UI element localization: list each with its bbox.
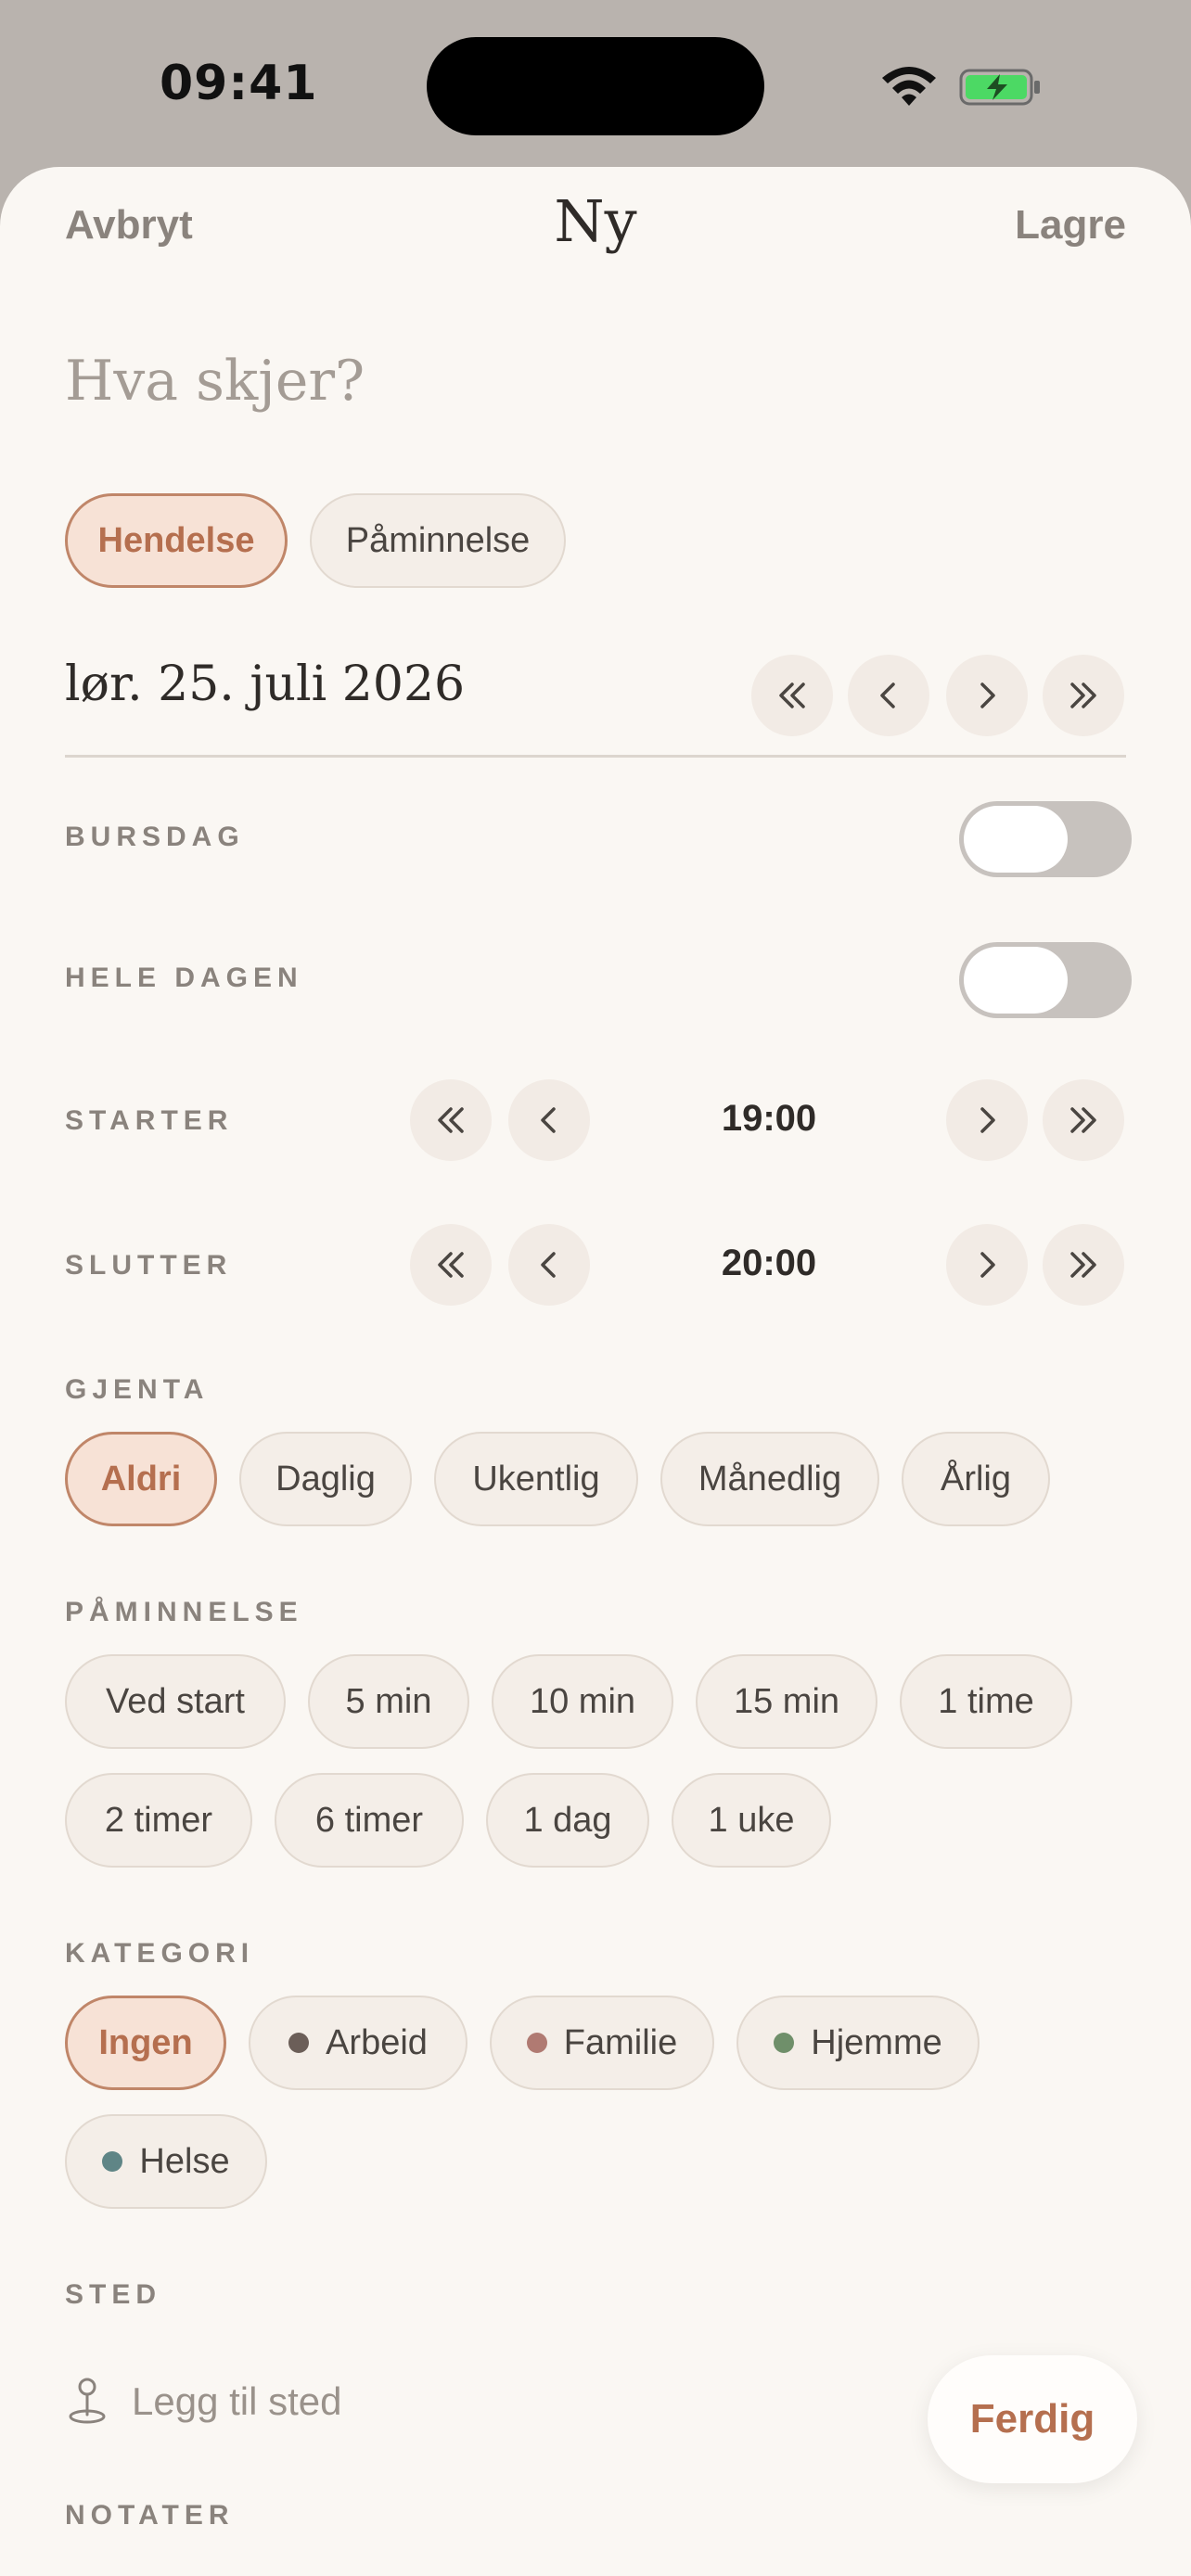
category-color-dot xyxy=(288,2033,310,2053)
status-bar: 09:41 xyxy=(0,0,1191,167)
add-location-row[interactable]: Legg til sted xyxy=(65,2374,342,2429)
category-chip-label: Arbeid xyxy=(326,2022,428,2062)
category-chip-health[interactable]: Helse xyxy=(65,2114,267,2209)
reminder-chip[interactable]: 1 dag xyxy=(486,1773,649,1868)
type-chip-reminder[interactable]: Påminnelse xyxy=(310,493,566,588)
toggle-knob xyxy=(964,947,1068,1014)
category-chip-home[interactable]: Hjemme xyxy=(736,1996,980,2090)
repeat-label: GJENTA xyxy=(65,1374,210,1405)
date-forward-week-button[interactable] xyxy=(1043,655,1124,736)
start-back-button[interactable] xyxy=(508,1079,590,1161)
chevron-left-icon xyxy=(880,682,895,708)
start-forward-button[interactable] xyxy=(946,1079,1028,1161)
chevron-right-icon xyxy=(980,682,995,708)
double-chevron-left-icon xyxy=(438,1107,464,1133)
double-chevron-left-icon xyxy=(438,1252,464,1278)
category-chip-none[interactable]: Ingen xyxy=(65,1996,226,2090)
battery-charging-icon xyxy=(959,69,1040,106)
end-forward-button[interactable] xyxy=(946,1224,1028,1306)
done-button[interactable]: Ferdig xyxy=(928,2355,1137,2483)
save-button[interactable]: Lagre xyxy=(1015,202,1126,249)
date-divider xyxy=(65,755,1126,758)
location-pin-icon xyxy=(69,2378,106,2424)
event-title-input[interactable] xyxy=(65,349,992,414)
chevron-right-icon xyxy=(980,1107,995,1133)
repeat-chip-never[interactable]: Aldri xyxy=(65,1432,217,1526)
category-color-dot xyxy=(102,2151,123,2172)
double-chevron-left-icon xyxy=(779,682,805,708)
status-time: 09:41 xyxy=(160,56,318,111)
reminder-chip[interactable]: 10 min xyxy=(492,1654,673,1749)
reminder-chip[interactable]: 15 min xyxy=(696,1654,877,1749)
sheet-title: Ny xyxy=(554,187,637,255)
chevron-left-icon xyxy=(541,1252,556,1278)
category-color-dot xyxy=(774,2033,795,2053)
location-placeholder: Legg til sted xyxy=(132,2379,342,2423)
category-chip-label: Helse xyxy=(139,2141,230,2181)
notes-label: NOTATER xyxy=(65,2500,235,2531)
new-event-sheet: Avbryt Ny Lagre Hendelse Påminnelse lør.… xyxy=(0,167,1191,2576)
reminder-chip[interactable]: Ved start xyxy=(65,1654,286,1749)
toggle-knob xyxy=(964,806,1068,873)
end-back-hour-button[interactable] xyxy=(410,1224,492,1306)
reminder-chip[interactable]: 6 timer xyxy=(275,1773,464,1868)
end-time-value[interactable]: 20:00 xyxy=(653,1243,885,1284)
all-day-toggle[interactable] xyxy=(959,942,1132,1018)
start-back-hour-button[interactable] xyxy=(410,1079,492,1161)
dynamic-island xyxy=(427,37,764,135)
category-chip-label: Ingen xyxy=(98,2022,193,2062)
reminder-chip[interactable]: 2 timer xyxy=(65,1773,252,1868)
double-chevron-right-icon xyxy=(1070,1107,1096,1133)
repeat-chip-yearly[interactable]: Årlig xyxy=(902,1432,1050,1526)
all-day-label: HELE DAGEN xyxy=(65,963,303,993)
wifi-icon xyxy=(882,67,936,106)
repeat-chip-daily[interactable]: Daglig xyxy=(239,1432,412,1526)
category-chip-work[interactable]: Arbeid xyxy=(249,1996,467,2090)
chevron-right-icon xyxy=(980,1252,995,1278)
category-chip-label: Familie xyxy=(563,2022,678,2062)
reminder-chip[interactable]: 1 uke xyxy=(672,1773,831,1868)
repeat-chip-weekly[interactable]: Ukentlig xyxy=(434,1432,638,1526)
reminder-chip[interactable]: 5 min xyxy=(308,1654,469,1749)
reminder-label: PÅMINNELSE xyxy=(65,1597,303,1627)
end-forward-hour-button[interactable] xyxy=(1043,1224,1124,1306)
repeat-chip-monthly[interactable]: Månedlig xyxy=(660,1432,879,1526)
birthday-label: BURSDAG xyxy=(65,822,245,852)
category-chip-family[interactable]: Familie xyxy=(490,1996,714,2090)
start-time-value[interactable]: 19:00 xyxy=(653,1098,885,1140)
location-label: STED xyxy=(65,2279,162,2310)
double-chevron-right-icon xyxy=(1070,682,1096,708)
double-chevron-right-icon xyxy=(1070,1252,1096,1278)
date-forward-day-button[interactable] xyxy=(946,655,1028,736)
date-back-week-button[interactable] xyxy=(751,655,833,736)
start-label: STARTER xyxy=(65,1105,234,1136)
date-back-day-button[interactable] xyxy=(848,655,929,736)
type-chip-event[interactable]: Hendelse xyxy=(65,493,288,588)
birthday-toggle[interactable] xyxy=(959,801,1132,877)
end-label: SLUTTER xyxy=(65,1250,233,1281)
end-back-button[interactable] xyxy=(508,1224,590,1306)
category-color-dot xyxy=(526,2033,547,2053)
category-label: KATEGORI xyxy=(65,1938,255,1969)
reminder-chip[interactable]: 1 time xyxy=(900,1654,1072,1749)
chevron-left-icon xyxy=(541,1107,556,1133)
start-forward-hour-button[interactable] xyxy=(1043,1079,1124,1161)
date-value: lør. 25. juli 2026 xyxy=(65,657,466,712)
category-chip-label: Hjemme xyxy=(811,2022,942,2062)
